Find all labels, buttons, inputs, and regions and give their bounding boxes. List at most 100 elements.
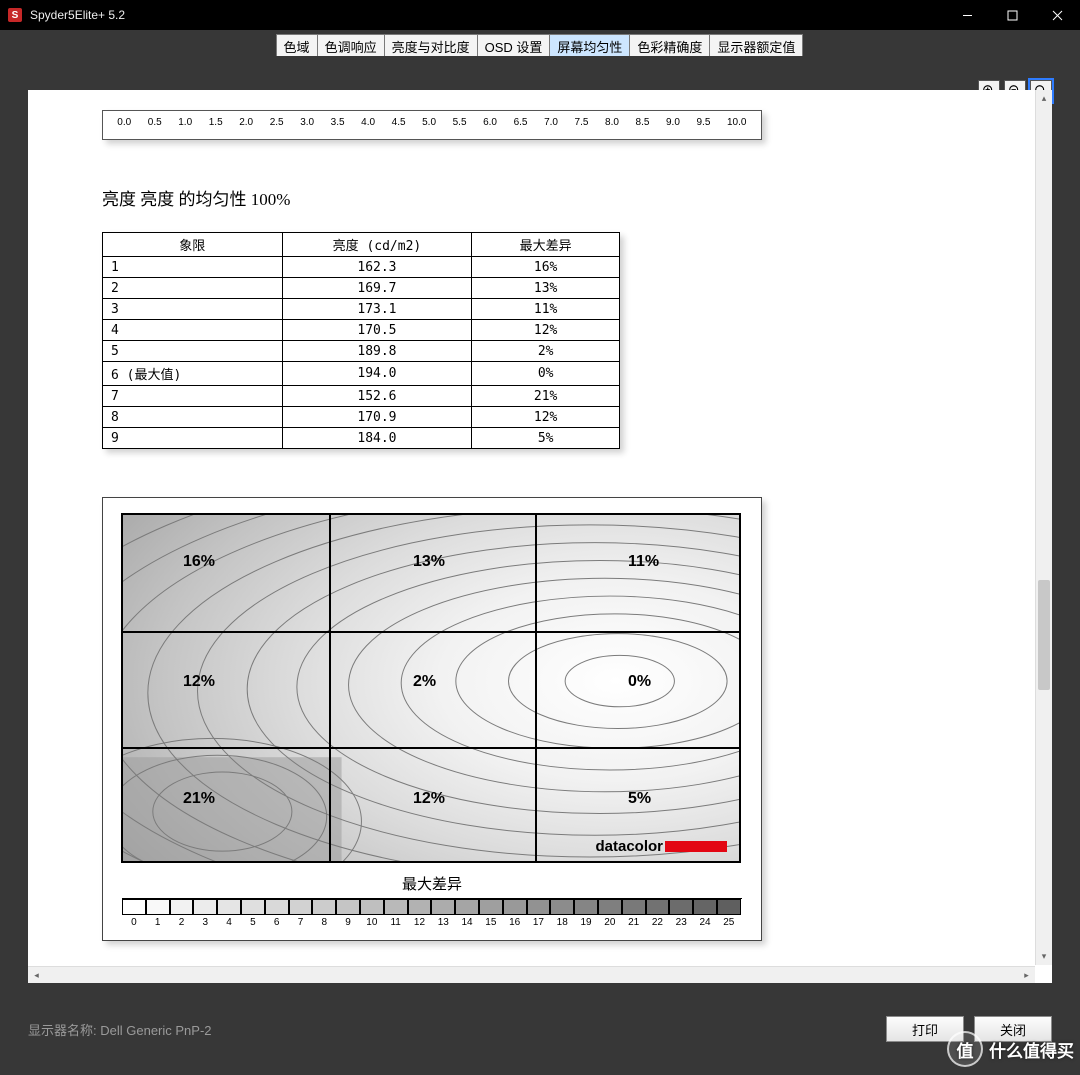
cell-quadrant: 4 [103, 320, 283, 341]
axis-tick: 1.5 [209, 117, 223, 128]
tab-1[interactable]: 色调响应 [317, 34, 385, 56]
maximize-icon [1007, 10, 1018, 21]
tab-6[interactable]: 显示器额定值 [709, 34, 803, 56]
contour-cell-5: 2% [413, 673, 436, 691]
tab-2[interactable]: 亮度与对比度 [384, 34, 478, 56]
legend-seg: 25 [717, 899, 741, 930]
table-row: 7152.621% [103, 386, 620, 407]
axis-tick: 6.5 [514, 117, 528, 128]
contour-cell-2: 13% [413, 553, 445, 571]
cell-luminance: 184.0 [282, 428, 472, 449]
cell-maxdiff: 16% [472, 257, 620, 278]
axis-tick: 9.5 [696, 117, 710, 128]
axis-tick: 10.0 [727, 117, 746, 128]
legend-title: 最大差异 [121, 873, 743, 894]
axis-tick: 2.0 [239, 117, 253, 128]
legend-seg: 23 [669, 899, 693, 930]
col-quadrant: 象限 [103, 233, 283, 257]
scrollbar-thumb[interactable] [1038, 580, 1050, 690]
cell-quadrant: 2 [103, 278, 283, 299]
table-row: 9184.05% [103, 428, 620, 449]
table-row: 1162.316% [103, 257, 620, 278]
legend-seg: 8 [312, 899, 336, 930]
scroll-down-arrow[interactable]: ▾ [1036, 948, 1052, 965]
previous-chart-tail: 0.00.51.01.52.02.53.03.54.04.55.05.56.06… [102, 110, 762, 140]
table-row: 8170.912% [103, 407, 620, 428]
cell-maxdiff: 11% [472, 299, 620, 320]
contour-cell-8: 12% [413, 790, 445, 808]
cell-luminance: 194.0 [282, 362, 472, 386]
cell-luminance: 173.1 [282, 299, 472, 320]
contour-card: 16%13%11%12%2%0%21%12%5% datacolor 最大差异 … [102, 497, 762, 941]
cell-maxdiff: 5% [472, 428, 620, 449]
legend-seg: 13 [431, 899, 455, 930]
luminance-table: 象限 亮度 (cd/m2) 最大差异 1162.316%2169.713%317… [102, 232, 620, 449]
scroll-right-arrow[interactable]: ▸ [1018, 967, 1035, 983]
axis-tick: 6.0 [483, 117, 497, 128]
table-row: 4170.512% [103, 320, 620, 341]
axis-tick: 0.0 [117, 117, 131, 128]
cell-quadrant: 6 (最大值) [103, 362, 283, 386]
window-title: Spyder5Elite+ 5.2 [30, 8, 945, 22]
datacolor-bar [665, 841, 727, 852]
axis-tick: 4.5 [392, 117, 406, 128]
legend-seg: 0 [122, 899, 146, 930]
cell-maxdiff: 0% [472, 362, 620, 386]
watermark-text: 什么值得买 [989, 1037, 1074, 1062]
axis-tick: 5.5 [453, 117, 467, 128]
legend-seg: 16 [503, 899, 527, 930]
cell-quadrant: 1 [103, 257, 283, 278]
legend-seg: 11 [384, 899, 408, 930]
tab-3[interactable]: OSD 设置 [477, 34, 551, 56]
watermark-circle-icon: 值 [947, 1031, 983, 1067]
legend-seg: 20 [598, 899, 622, 930]
cell-luminance: 170.9 [282, 407, 472, 428]
vertical-scrollbar[interactable]: ▴ ▾ [1035, 90, 1052, 965]
close-icon [1052, 10, 1063, 21]
datacolor-text: datacolor [595, 838, 663, 855]
axis-tick: 3.0 [300, 117, 314, 128]
scroll-left-arrow[interactable]: ◂ [28, 967, 45, 983]
tab-4[interactable]: 屏幕均匀性 [549, 34, 630, 56]
col-maxdiff: 最大差异 [472, 233, 620, 257]
contour-cell-1: 16% [183, 553, 215, 571]
footer-bar: 显示器名称: Dell Generic PnP-2 打印 关闭 [0, 983, 1080, 1075]
horizontal-scrollbar[interactable]: ◂ ▸ [28, 966, 1035, 983]
cell-maxdiff: 12% [472, 320, 620, 341]
app-frame: 色域色调响应亮度与对比度OSD 设置屏幕均匀性色彩精确度显示器额定值 [0, 30, 1080, 1075]
table-header-row: 象限 亮度 (cd/m2) 最大差异 [103, 233, 620, 257]
cell-quadrant: 3 [103, 299, 283, 320]
contour-cell-4: 12% [183, 673, 215, 691]
section-title: 亮度 亮度 的均匀性 100% [102, 185, 974, 210]
legend-seg: 24 [693, 899, 717, 930]
legend-seg: 6 [265, 899, 289, 930]
maximize-button[interactable] [990, 0, 1035, 30]
minimize-button[interactable] [945, 0, 990, 30]
cell-luminance: 189.8 [282, 341, 472, 362]
table-row: 6 (最大值)194.00% [103, 362, 620, 386]
axis-tick: 0.5 [148, 117, 162, 128]
cell-quadrant: 9 [103, 428, 283, 449]
cell-maxdiff: 13% [472, 278, 620, 299]
legend-seg: 21 [622, 899, 646, 930]
legend-seg: 3 [193, 899, 217, 930]
legend-seg: 9 [336, 899, 360, 930]
close-button[interactable] [1035, 0, 1080, 30]
axis-tick: 2.5 [270, 117, 284, 128]
report-panel: 0.00.51.01.52.02.53.03.54.04.55.05.56.06… [28, 90, 1052, 983]
table-row: 2169.713% [103, 278, 620, 299]
legend-bar: 0123456789101112131415161718192021222324… [122, 898, 742, 930]
scroll-up-arrow[interactable]: ▴ [1036, 90, 1052, 107]
legend-seg: 12 [408, 899, 432, 930]
axis-tick: 5.0 [422, 117, 436, 128]
contour-cell-9: 5% [628, 790, 651, 808]
legend-seg: 22 [646, 899, 670, 930]
tab-0[interactable]: 色域 [276, 34, 318, 56]
cell-luminance: 152.6 [282, 386, 472, 407]
tab-5[interactable]: 色彩精确度 [629, 34, 710, 56]
legend-seg: 1 [146, 899, 170, 930]
report-content: 0.00.51.01.52.02.53.03.54.04.55.05.56.06… [28, 90, 1034, 965]
axis-tick: 9.0 [666, 117, 680, 128]
cell-luminance: 162.3 [282, 257, 472, 278]
app-logo: S [8, 8, 22, 22]
